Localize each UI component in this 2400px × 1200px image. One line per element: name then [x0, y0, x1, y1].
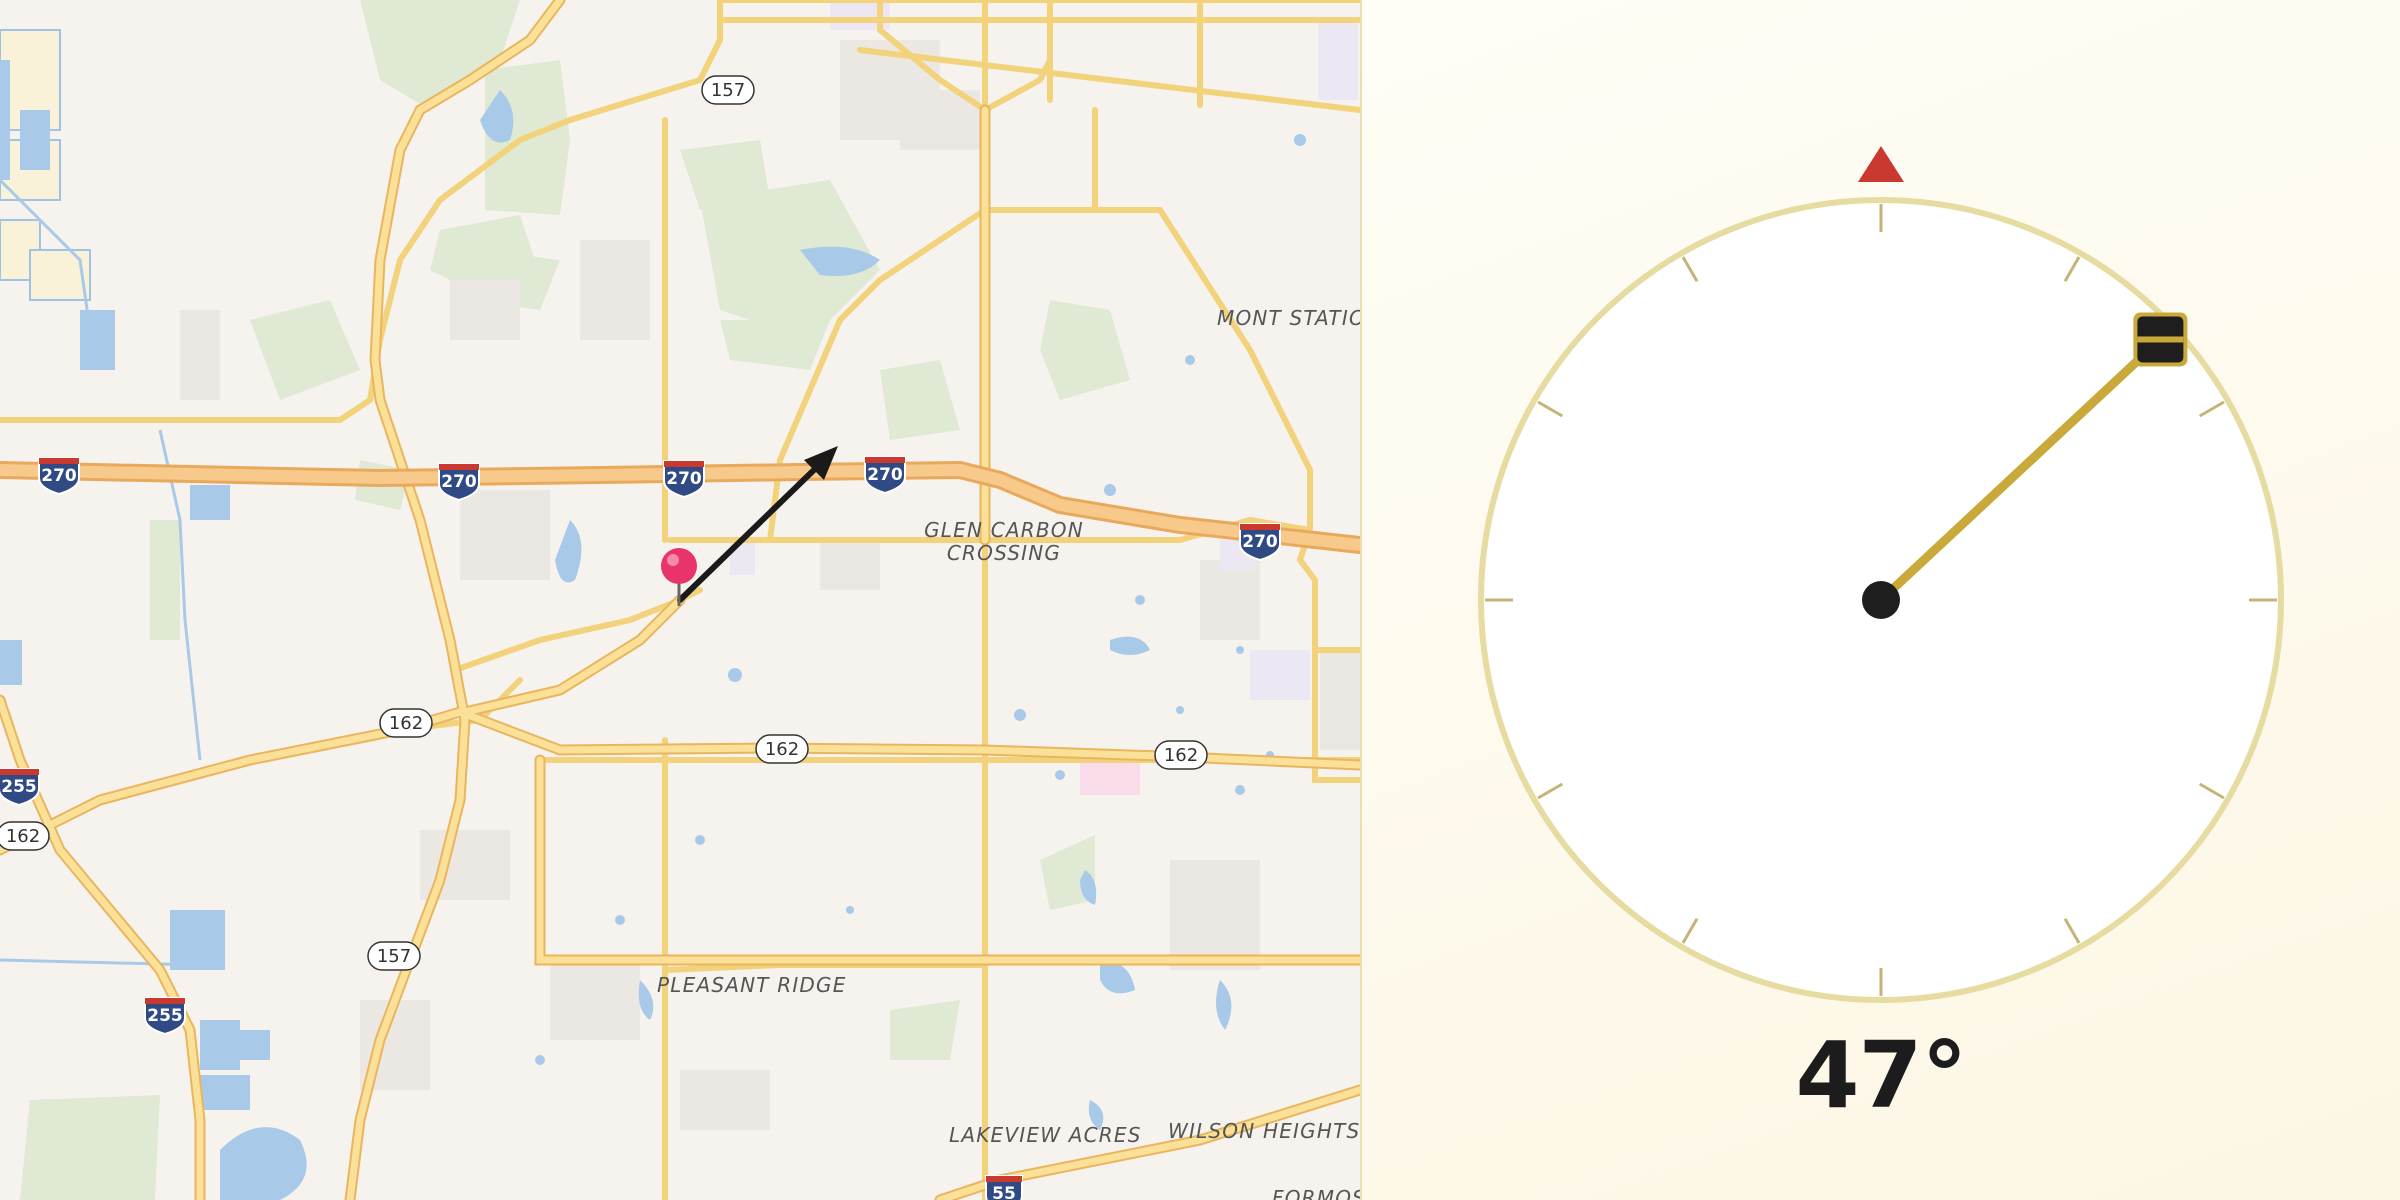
shield-162-west: 162 — [389, 713, 423, 734]
label-mont-station: MONT STATIO — [1217, 306, 1360, 330]
shield-i255-a: 255 — [1, 777, 37, 797]
label-lakeview-acres: LAKEVIEW ACRES — [949, 1123, 1142, 1147]
compass-dial — [1478, 146, 2284, 1003]
shield-162-center: 162 — [765, 739, 799, 760]
label-glen-carbon: GLEN CARBON — [924, 518, 1084, 542]
shield-162-far-west: 162 — [6, 826, 40, 847]
label-crossing: CROSSING — [947, 541, 1061, 565]
shield-i270-d: 270 — [867, 465, 903, 485]
shield-i255-b: 255 — [147, 1006, 183, 1026]
label-pleasant-ridge: PLEASANT RIDGE — [657, 973, 847, 997]
compass-center-pivot — [1862, 581, 1900, 619]
label-wilson-heights: WILSON HEIGHTS — [1168, 1119, 1360, 1143]
compass-panel: 47° — [1362, 0, 2400, 1200]
map-canvas[interactable]: 157 157 162 162 162 162 270 270 270 270 … — [0, 0, 1360, 1200]
map-view[interactable]: 157 157 162 162 162 162 270 270 270 270 … — [0, 0, 1362, 1200]
heading-readout: 47° — [1795, 1022, 1967, 1129]
shield-157-north: 157 — [711, 80, 745, 101]
shield-i270-e: 270 — [1242, 532, 1278, 552]
shield-i270-a: 270 — [41, 466, 77, 486]
shield-i55: 55 — [992, 1184, 1016, 1200]
shield-162-east: 162 — [1164, 745, 1198, 766]
shield-i270-b: 270 — [441, 472, 477, 492]
shield-i270-c: 270 — [666, 469, 702, 489]
north-marker-icon — [1858, 146, 1904, 182]
label-formosa: FORMOS — [1272, 1186, 1360, 1200]
shield-157-south: 157 — [377, 946, 411, 967]
needle-handle-icon[interactable] — [2133, 312, 2188, 367]
